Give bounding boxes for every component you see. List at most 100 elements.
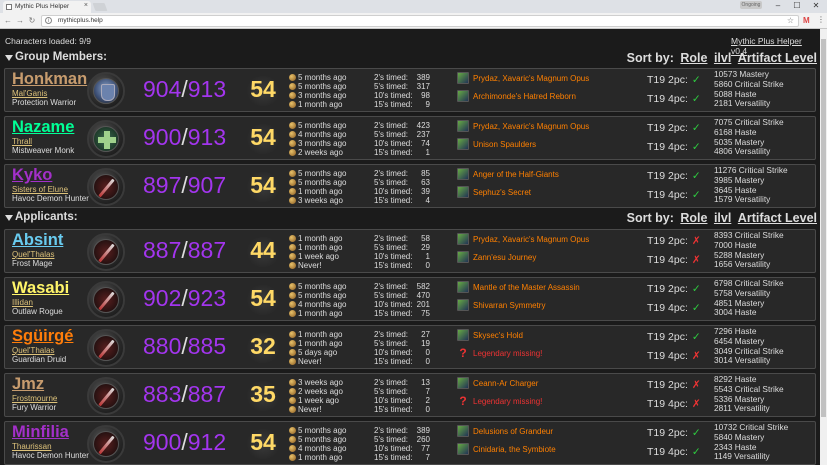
info-icon[interactable]: i	[45, 17, 52, 24]
applicants-header[interactable]: Applicants: Sort by: Role ilvl Artifact …	[5, 211, 817, 225]
stat-line: 4806 Versatility	[714, 146, 771, 157]
keys-timed-value: 7	[425, 453, 430, 462]
gmail-icon[interactable]: M	[803, 16, 810, 25]
menu-icon[interactable]: ⋮	[817, 15, 825, 24]
keys-timed-value: 389	[416, 426, 430, 435]
legendary-name[interactable]: Anger of the Half-Giants	[473, 170, 559, 179]
key-last-timed: 1 month ago	[289, 309, 342, 318]
artifact-level: 54	[245, 285, 281, 315]
scrollbar-thumb[interactable]	[821, 39, 826, 417]
tab-strip: Mythic Plus Helper × Ongoing – ☐ ✕	[0, 0, 827, 13]
key-last-timed: 5 months ago	[289, 82, 346, 91]
legendary-name[interactable]: Prydaz, Xavaric's Magnum Opus	[473, 122, 589, 131]
keys-timed-count: 10's timed: 74	[374, 139, 434, 148]
player-name[interactable]: Nazame	[12, 118, 74, 137]
key-last-timed: 5 months ago	[289, 282, 346, 291]
legendary-name[interactable]: Archimonde's Hatred Reborn	[473, 92, 576, 101]
legendary-name[interactable]: Prydaz, Xavaric's Magnum Opus	[473, 235, 589, 244]
ilvl-equipped: 902	[143, 285, 182, 311]
tab-close-icon[interactable]: ×	[84, 2, 88, 9]
keystone-icon	[289, 253, 296, 260]
sort-label: Sort by:	[626, 211, 674, 225]
artifact-level: 54	[245, 124, 281, 154]
player-server[interactable]: Thrall	[12, 137, 32, 146]
new-tab-button[interactable]	[92, 3, 108, 11]
group-members-header[interactable]: Group Members: Sort by: Role ilvl Artifa…	[5, 51, 817, 65]
player-server[interactable]: Quel'Thalas	[12, 346, 54, 355]
item-level: 902/923	[143, 285, 226, 312]
close-window-button[interactable]: ✕	[808, 0, 824, 12]
legendary-name[interactable]: Unison Spaulders	[473, 140, 536, 149]
browser-tab[interactable]: Mythic Plus Helper ×	[3, 1, 91, 13]
legendary-icon	[457, 251, 469, 263]
profile-button[interactable]: Ongoing	[740, 1, 762, 9]
url-input[interactable]: i mythicplus.help ☆	[41, 15, 799, 27]
player-name[interactable]: Wasabi	[12, 279, 69, 298]
legendary-name[interactable]: Legendary missing!	[473, 397, 542, 406]
key-last-timed: 1 week ago	[289, 396, 339, 405]
player-server[interactable]: Quel'Thalas	[12, 250, 54, 259]
back-icon[interactable]: ←	[3, 15, 13, 27]
legendary-name[interactable]: Cinidaria, the Symbiote	[473, 445, 556, 454]
reload-icon[interactable]: ↻	[27, 15, 37, 27]
legendary-name[interactable]: Mantle of the Master Assassin	[473, 283, 580, 292]
player-name[interactable]: Jmz	[12, 375, 44, 394]
keys-timed-count: 2's timed: 85	[374, 169, 434, 178]
sort-role[interactable]: Role	[680, 211, 707, 225]
tier-2pc-status: ✓	[691, 122, 701, 134]
legendary-name[interactable]: Sephuz's Secret	[473, 188, 531, 197]
bookmark-star-icon[interactable]: ☆	[787, 16, 794, 26]
sort-role[interactable]: Role	[680, 51, 707, 65]
time-ago: 1 month ago	[298, 234, 343, 243]
collapse-triangle-icon[interactable]	[5, 55, 13, 61]
cross-icon	[87, 120, 125, 158]
keystone-icon	[289, 262, 296, 269]
keys-timed-count: 15's timed: 0	[374, 405, 434, 414]
sort-artifact-level[interactable]: Artifact Level	[738, 51, 817, 65]
player-name[interactable]: Sgüirgé	[12, 327, 73, 346]
legendary-name[interactable]: Zann'esu Journey	[473, 253, 536, 262]
keys-timed-value: 317	[416, 82, 430, 91]
scrollbar[interactable]	[820, 29, 827, 465]
player-name[interactable]: Honkman	[12, 70, 87, 89]
tier-4pc: T19 4pc: ✓	[647, 446, 701, 459]
ilvl-max: 913	[187, 76, 227, 102]
minimize-button[interactable]: –	[770, 0, 786, 12]
keys-timed-count: 10's timed: 98	[374, 91, 434, 100]
keys-timed-value: 0	[425, 348, 430, 357]
player-server[interactable]: Mal'Ganis	[12, 89, 47, 98]
player-server[interactable]: Frostmourne	[12, 394, 57, 403]
time-ago: 1 week ago	[298, 396, 339, 405]
player-name[interactable]: Absint	[12, 231, 63, 250]
player-name[interactable]: Minfilia	[12, 423, 69, 442]
player-server[interactable]: Thaurissan	[12, 442, 52, 451]
legendary-name[interactable]: Prydaz, Xavaric's Magnum Opus	[473, 74, 589, 83]
sort-artifact-level[interactable]: Artifact Level	[738, 211, 817, 225]
keystone-icon	[289, 436, 296, 443]
player-name[interactable]: Kyko	[12, 166, 52, 185]
keys-timed-label: 2's timed:	[374, 330, 408, 339]
keys-timed-label: 10's timed:	[374, 348, 413, 357]
collapse-triangle-icon[interactable]	[5, 215, 13, 221]
sort-ilvl[interactable]: ilvl	[714, 211, 731, 225]
sort-ilvl[interactable]: ilvl	[714, 51, 731, 65]
tier-4pc-status: ✗	[691, 350, 701, 362]
player-server[interactable]: Sisters of Elune	[12, 185, 68, 194]
keys-timed-count: 5's timed: 19	[374, 339, 434, 348]
key-last-timed: Never!	[289, 357, 322, 366]
legendary-name[interactable]: Legendary missing!	[473, 349, 542, 358]
keys-timed-label: 10's timed:	[374, 300, 413, 309]
keys-timed-label: 10's timed:	[374, 444, 413, 453]
keys-timed-count: 5's timed: 7	[374, 387, 434, 396]
legendary-name[interactable]: Skysec's Hold	[473, 331, 523, 340]
player-spec: Havoc Demon Hunter	[12, 451, 89, 460]
forward-icon[interactable]: →	[15, 15, 25, 27]
player-server[interactable]: Illidan	[12, 298, 33, 307]
maximize-button[interactable]: ☐	[789, 0, 805, 12]
tier-2pc: T19 2pc: ✓	[647, 122, 701, 135]
time-ago: 1 month ago	[298, 309, 343, 318]
legendary-name[interactable]: Ceann-Ar Charger	[473, 379, 538, 388]
keys-timed-label: 10's timed:	[374, 139, 413, 148]
legendary-name[interactable]: Shivarran Symmetry	[473, 301, 545, 310]
legendary-name[interactable]: Delusions of Grandeur	[473, 427, 553, 436]
